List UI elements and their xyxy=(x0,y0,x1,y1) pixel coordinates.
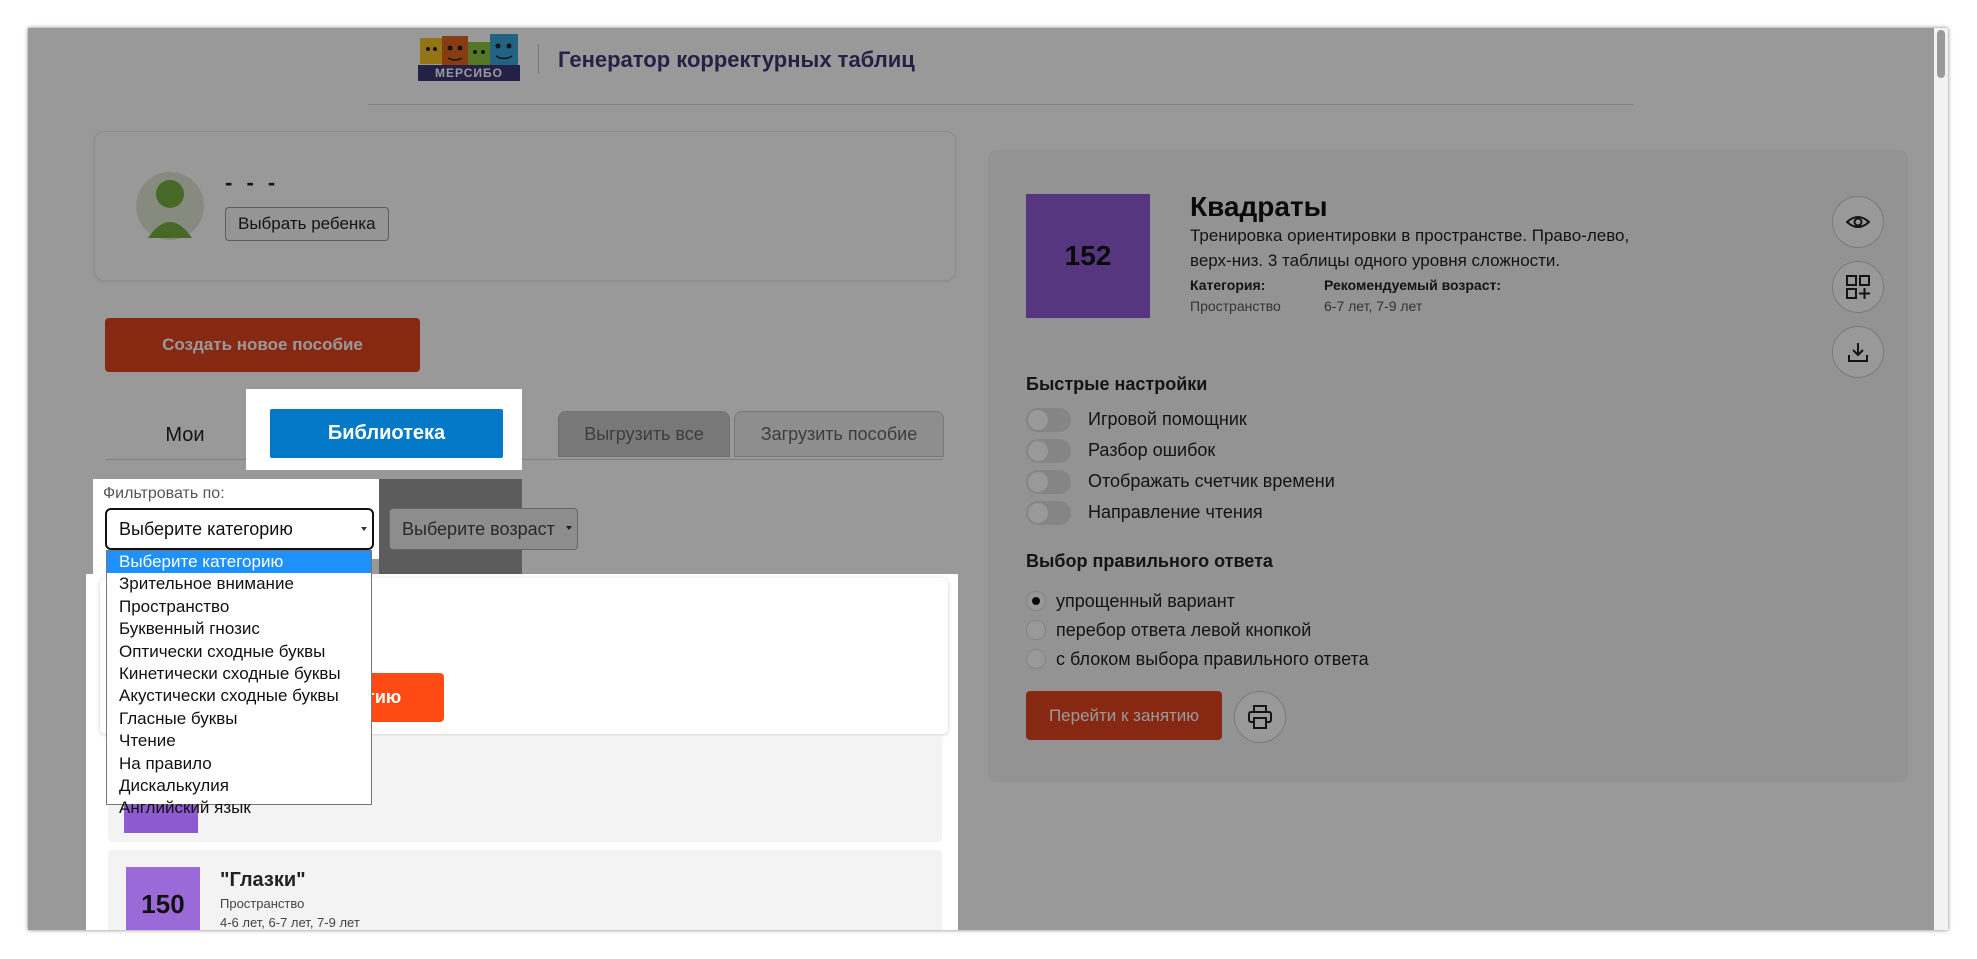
page-scrollbar[interactable] xyxy=(1934,28,1948,930)
tab-library[interactable]: Библиотека xyxy=(270,409,503,458)
toggle-label: Игровой помощник xyxy=(1088,409,1247,429)
export-all-button[interactable]: Выгрузить все xyxy=(558,411,730,457)
category-select-value: Выберите категорию xyxy=(119,519,293,539)
child-card: - - - Выбрать ребенка xyxy=(94,131,956,281)
chevron-down-icon xyxy=(566,526,572,530)
toggle-switch[interactable] xyxy=(1026,439,1071,463)
logo-wordmark: МЕРСИБО xyxy=(418,65,520,81)
dropdown-option[interactable]: Буквенный гнозис xyxy=(107,618,371,640)
radio-button[interactable] xyxy=(1026,591,1046,611)
toggle-knob xyxy=(1028,410,1048,430)
toggle-label: Разбор ошибок xyxy=(1088,440,1216,460)
radio-button[interactable] xyxy=(1026,649,1046,669)
dropdown-option[interactable]: Акустически сходные буквы xyxy=(107,685,371,707)
detail-description: Тренировка ориентировки в пространстве. … xyxy=(1190,226,1630,270)
browser-viewport: МЕРСИБО Генератор корректурных таблиц - … xyxy=(28,28,1948,930)
toggle-knob xyxy=(1028,441,1048,461)
tour-overlay xyxy=(28,574,86,930)
child-name: - - - xyxy=(225,170,280,195)
download-icon xyxy=(1848,343,1868,362)
toggle-knob xyxy=(1028,503,1048,523)
list-item-title: "Глазки" xyxy=(220,869,306,891)
quick-settings-title: Быстрые настройки xyxy=(1026,374,1208,394)
toggle-label: Направление чтения xyxy=(1088,502,1263,522)
list-item-category: Пространство xyxy=(220,896,305,911)
age-value: 6-7 лет, 7-9 лет xyxy=(1324,298,1423,314)
toggle-switch[interactable] xyxy=(1026,501,1071,525)
header-divider xyxy=(538,44,539,74)
dropdown-option[interactable]: Английский язык xyxy=(107,797,371,819)
category-value: Пространство xyxy=(1190,298,1281,314)
chevron-down-icon xyxy=(361,527,367,531)
grid-add-icon xyxy=(1846,275,1870,299)
tour-overlay xyxy=(28,479,93,574)
dropdown-option[interactable]: Пространство xyxy=(107,596,371,618)
toggle-knob xyxy=(1028,472,1048,492)
radio-label: упрощенный вариант xyxy=(1056,591,1235,611)
detail-title: Квадраты xyxy=(1190,191,1328,222)
category-label: Категория: xyxy=(1190,277,1266,293)
answer-mode-title: Выбор правильного ответа xyxy=(1026,551,1273,571)
go-to-lesson-button[interactable]: Перейти к занятию xyxy=(1026,691,1222,740)
radio-label: с блоком выбора правильного ответа xyxy=(1056,649,1369,669)
upload-material-button[interactable]: Загрузить пособие xyxy=(734,411,944,457)
toggle-switch[interactable] xyxy=(1026,408,1071,432)
list-item-age: 4-6 лет, 6-7 лет, 7-9 лет xyxy=(220,915,360,930)
dropdown-option[interactable]: Кинетически сходные буквы xyxy=(107,663,371,685)
radio-label: перебор ответа левой кнопкой xyxy=(1056,620,1312,640)
dropdown-option[interactable]: Гласные буквы xyxy=(107,708,371,730)
app-title: Генератор корректурных таблиц xyxy=(558,47,915,72)
child-avatar-icon xyxy=(136,172,204,240)
scrollbar-thumb[interactable] xyxy=(1937,30,1945,78)
dropdown-option[interactable]: На правило xyxy=(107,753,371,775)
age-select[interactable]: Выберите возраст xyxy=(389,508,578,550)
category-select[interactable]: Выберите категорию xyxy=(105,508,374,550)
filter-label: Фильтровать по: xyxy=(103,485,225,502)
detail-thumbnail: 152 xyxy=(1026,194,1150,318)
dropdown-option[interactable]: Выберите категорию xyxy=(107,551,371,574)
tab-mine[interactable]: Мои xyxy=(105,410,265,460)
toggle-switch[interactable] xyxy=(1026,470,1071,494)
dropdown-option[interactable]: Зрительное внимание xyxy=(107,573,371,595)
download-button[interactable] xyxy=(1832,326,1884,378)
printer-icon xyxy=(1248,705,1272,729)
print-button[interactable] xyxy=(1234,691,1286,743)
list-item-thumbnail: 150 xyxy=(126,867,200,930)
dropdown-option[interactable]: Дискалькулия xyxy=(107,775,371,797)
age-select-value: Выберите возраст xyxy=(402,519,555,539)
create-new-material-button[interactable]: Создать новое пособие xyxy=(105,318,420,372)
eye-icon xyxy=(1846,216,1870,228)
age-label: Рекомендуемый возраст: xyxy=(1324,277,1502,293)
category-dropdown[interactable]: Выберите категорию Зрительное внимание П… xyxy=(106,550,372,817)
dropdown-option[interactable]: Оптически сходные буквы xyxy=(107,641,371,663)
choose-child-button[interactable]: Выбрать ребенка xyxy=(225,207,389,241)
add-to-collection-button[interactable] xyxy=(1832,261,1884,313)
radio-button[interactable] xyxy=(1026,620,1046,640)
dropdown-option[interactable]: Чтение xyxy=(107,730,371,752)
toggle-label: Отображать счетчик времени xyxy=(1088,471,1335,491)
preview-button[interactable] xyxy=(1832,196,1884,248)
